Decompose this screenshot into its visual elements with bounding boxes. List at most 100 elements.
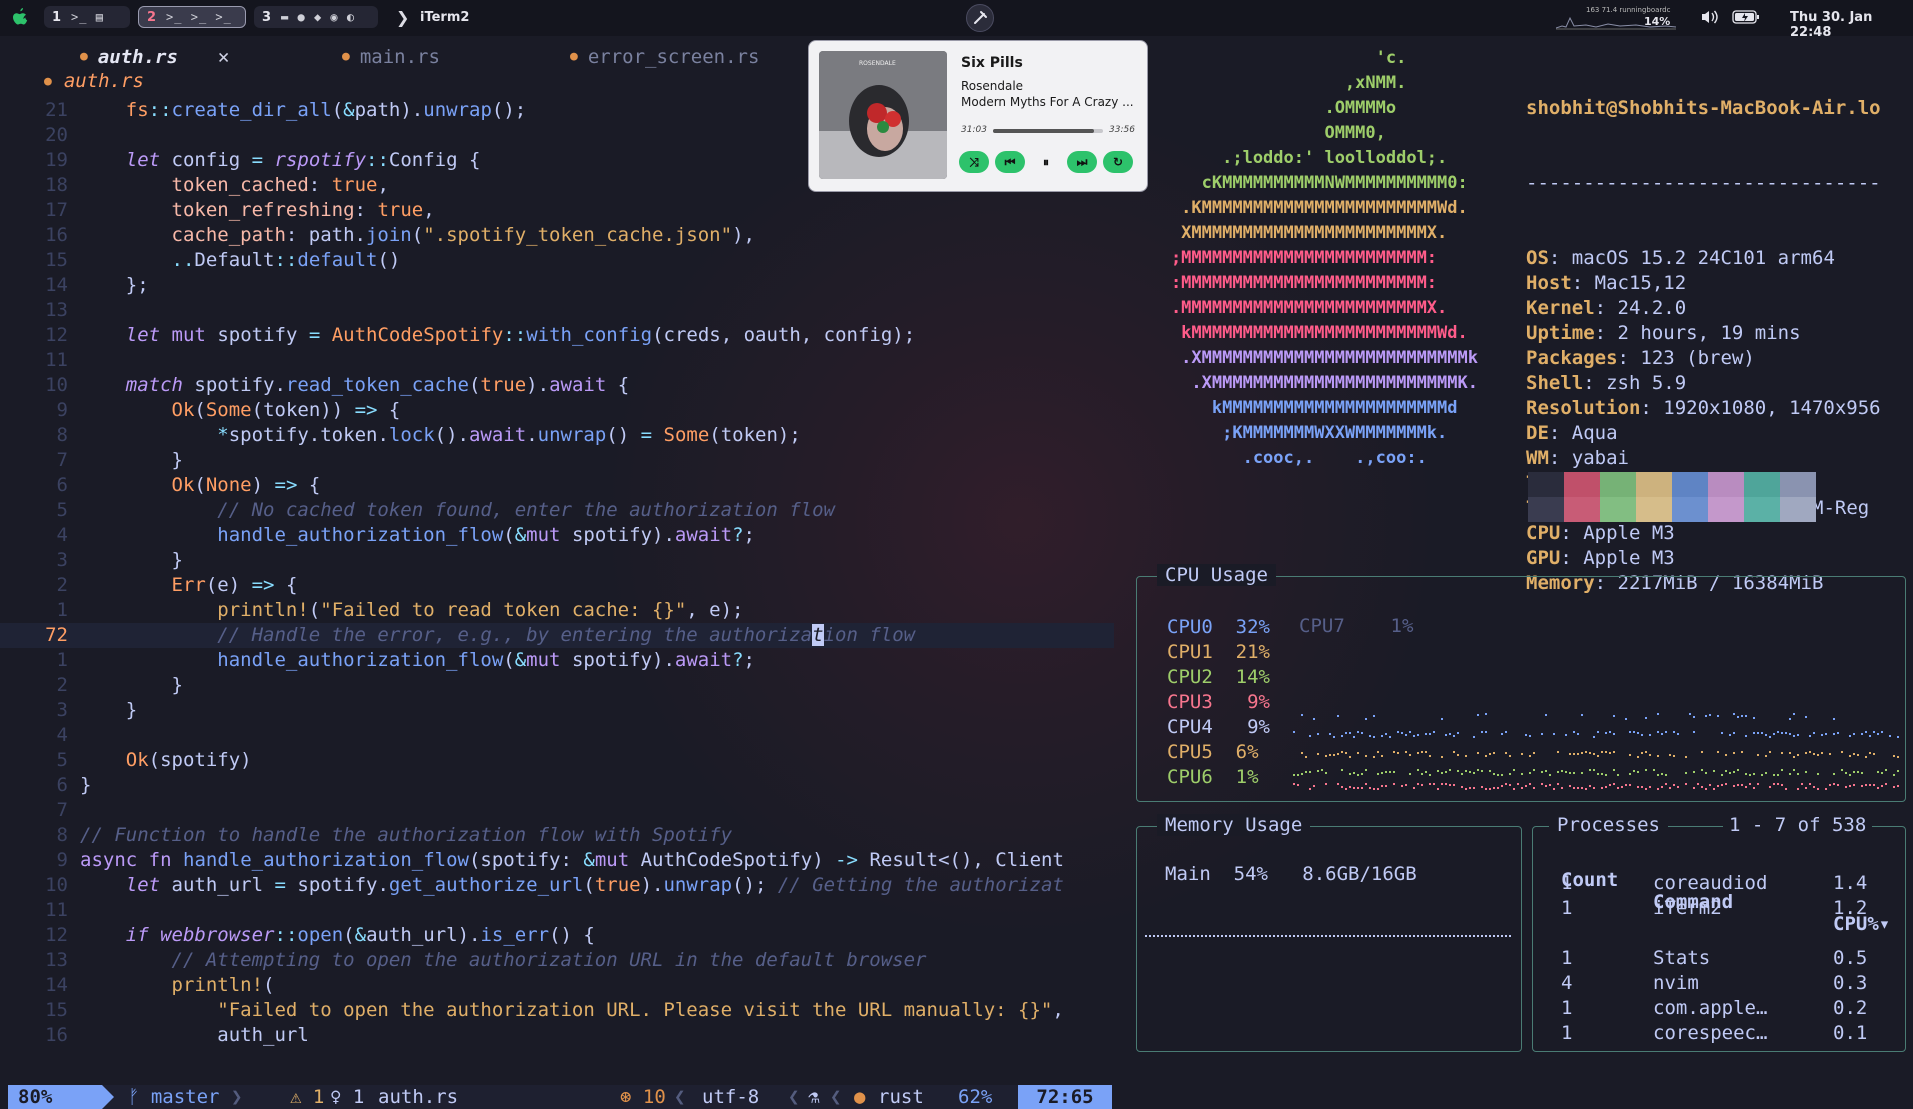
- volume-icon[interactable]: [1700, 9, 1720, 25]
- line-text[interactable]: cache_path: path.join(".spotify_token_ca…: [80, 223, 755, 248]
- status-mode-label: 80%: [18, 1086, 53, 1108]
- tab-main-rs[interactable]: ● main.rs: [342, 46, 440, 68]
- cpu-graph-dot: [1761, 774, 1763, 776]
- line-number: 5: [56, 749, 68, 771]
- status-git-branch[interactable]: ᚠ master ❯: [128, 1085, 242, 1109]
- code-line[interactable]: 5 // No cached token found, enter the au…: [0, 498, 1114, 523]
- code-line[interactable]: 72 // Handle the error, e.g., by enterin…: [0, 623, 1114, 648]
- code-line[interactable]: 14 };: [0, 273, 1114, 298]
- space-3[interactable]: 3 ▬ ● ◆ ◉ ◐: [254, 6, 378, 28]
- status-lsp-count[interactable]: ⊛ 10: [620, 1085, 666, 1109]
- line-text[interactable]: Ok(spotify): [80, 748, 252, 773]
- space-2[interactable]: 2 >_ >_ >_: [138, 6, 246, 28]
- code-line[interactable]: 4 handle_authorization_flow(&mut spotify…: [0, 523, 1114, 548]
- line-text[interactable]: Ok(None) => {: [80, 473, 321, 498]
- line-text[interactable]: Ok(Some(token)) => {: [80, 398, 401, 423]
- line-text[interactable]: *spotify.token.lock().await.unwrap() = S…: [80, 423, 801, 448]
- code-line[interactable]: 1 handle_authorization_flow(&mut spotify…: [0, 648, 1114, 673]
- code-line[interactable]: 5 Ok(spotify): [0, 748, 1114, 773]
- code-line[interactable]: 11: [0, 348, 1114, 373]
- apple-logo-icon[interactable]: [12, 8, 28, 26]
- line-text[interactable]: // Attempting to open the authorization …: [80, 948, 927, 973]
- line-text[interactable]: println!(: [80, 973, 275, 998]
- line-text[interactable]: token_refreshing: true,: [80, 198, 435, 223]
- line-text[interactable]: match spotify.read_token_cache(true).awa…: [80, 373, 629, 398]
- cpu-graph-dot: [1593, 753, 1595, 755]
- code-buffer[interactable]: 21 fs::create_dir_all(&path).unwrap(); 20…: [0, 98, 1114, 1048]
- line-text[interactable]: let config = rspotify::Config {: [80, 148, 481, 173]
- pause-icon[interactable]: ⏸: [1031, 151, 1061, 173]
- line-text[interactable]: }: [80, 773, 91, 798]
- code-line[interactable]: 3 }: [0, 698, 1114, 723]
- line-text[interactable]: let mut spotify = AuthCodeSpotify::with_…: [80, 323, 915, 348]
- code-line[interactable]: 11: [0, 898, 1114, 923]
- neovim-editor[interactable]: ● auth.rs ✕ ● main.rs ● error_screen.rs ● aut…: [0, 40, 1120, 1109]
- code-line[interactable]: 3 }: [0, 548, 1114, 573]
- menu-clock[interactable]: Thu 30. Jan 22:48: [1790, 10, 1913, 40]
- code-line[interactable]: 13 // Attempting to open the authorizati…: [0, 948, 1114, 973]
- code-line[interactable]: 1 println!("Failed to read token cache: …: [0, 598, 1114, 623]
- code-line[interactable]: 14 println!(: [0, 973, 1114, 998]
- line-text[interactable]: println!("Failed to read token cache: {}…: [80, 598, 743, 623]
- line-text[interactable]: "Failed to open the authorization URL. P…: [80, 998, 1064, 1023]
- code-line[interactable]: 16 cache_path: path.join(".spotify_token…: [0, 223, 1114, 248]
- cpu-graph-dot: [1829, 784, 1831, 786]
- close-icon[interactable]: ✕: [218, 46, 229, 68]
- line-text[interactable]: fs::create_dir_all(&path).unwrap();: [80, 98, 526, 123]
- line-text[interactable]: auth_url: [80, 1023, 309, 1048]
- line-text[interactable]: handle_authorization_flow(&mut spotify).…: [80, 648, 755, 673]
- line-text[interactable]: // Function to handle the authorization …: [80, 823, 732, 848]
- line-text[interactable]: let auth_url = spotify.get_authorize_url…: [80, 873, 1064, 898]
- now-playing-widget[interactable]: ROSENDALE Six Pills Rosendale Modern Myt…: [808, 40, 1148, 192]
- line-text[interactable]: token_cached: true,: [80, 173, 389, 198]
- line-text[interactable]: async fn handle_authorization_flow(spoti…: [80, 848, 1064, 873]
- line-text[interactable]: }: [80, 548, 183, 573]
- front-app-name[interactable]: iTerm2: [420, 10, 469, 25]
- code-line[interactable]: 8 *spotify.token.lock().await.unwrap() =…: [0, 423, 1114, 448]
- code-line[interactable]: 4: [0, 723, 1114, 748]
- code-line[interactable]: 13: [0, 298, 1114, 323]
- line-text[interactable]: // No cached token found, enter the auth…: [80, 498, 835, 523]
- pin-icon[interactable]: [966, 4, 994, 32]
- code-line[interactable]: 2 }: [0, 673, 1114, 698]
- tab-auth-rs[interactable]: ● auth.rs ✕: [80, 46, 229, 68]
- code-line[interactable]: 9 Ok(Some(token)) => {: [0, 398, 1114, 423]
- code-line[interactable]: 2 Err(e) => {: [0, 573, 1114, 598]
- tab-error-screen-rs[interactable]: ● error_screen.rs: [570, 46, 759, 68]
- line-text[interactable]: }: [80, 698, 137, 723]
- line-text[interactable]: // Handle the error, e.g., by entering t…: [80, 623, 915, 648]
- code-line[interactable]: 9 async fn handle_authorization_flow(spot…: [0, 848, 1114, 873]
- code-line[interactable]: 6}: [0, 773, 1114, 798]
- next-icon[interactable]: ⏭: [1067, 151, 1097, 173]
- code-line[interactable]: 15 "Failed to open the authorization URL…: [0, 998, 1114, 1023]
- line-text[interactable]: }: [80, 448, 183, 473]
- battery-icon[interactable]: [1732, 10, 1760, 24]
- code-line[interactable]: 10 let auth_url = spotify.get_authorize_…: [0, 873, 1114, 898]
- line-text[interactable]: Err(e) => {: [80, 573, 298, 598]
- repeat-icon[interactable]: ↻: [1103, 151, 1133, 173]
- code-line[interactable]: 8 // Function to handle the authorization…: [0, 823, 1114, 848]
- line-text[interactable]: }: [80, 673, 183, 698]
- code-line[interactable]: 7: [0, 798, 1114, 823]
- line-text[interactable]: handle_authorization_flow(&mut spotify).…: [80, 523, 755, 548]
- line-text[interactable]: ..Default::default(): [80, 248, 401, 273]
- album-art[interactable]: ROSENDALE: [819, 51, 947, 179]
- code-line[interactable]: 15 ..Default::default(): [0, 248, 1114, 273]
- code-line[interactable]: 12 if webbrowser::open(&auth_url).is_err…: [0, 923, 1114, 948]
- code-line[interactable]: 17 token_refreshing: true,: [0, 198, 1114, 223]
- shuffle-icon[interactable]: ⤨: [959, 151, 989, 173]
- code-line[interactable]: 7 }: [0, 448, 1114, 473]
- code-line[interactable]: 10 match spotify.read_token_cache(true).…: [0, 373, 1114, 398]
- status-hints[interactable]: ♀ 1: [330, 1085, 364, 1109]
- code-line[interactable]: 16 auth_url: [0, 1023, 1114, 1048]
- processes-panel[interactable]: Processes 1 - 7 of 538 Count Command CPU…: [1532, 814, 1906, 1052]
- line-text[interactable]: };: [80, 273, 149, 298]
- code-line[interactable]: 12 let mut spotify = AuthCodeSpotify::wi…: [0, 323, 1114, 348]
- progress-slider[interactable]: [993, 129, 1103, 133]
- previous-icon[interactable]: ⏮: [995, 151, 1025, 173]
- track-elapsed: 31:03: [961, 125, 987, 135]
- status-warnings[interactable]: ⚠ 1: [290, 1085, 324, 1109]
- space-1[interactable]: 1 >_ ▤: [44, 6, 130, 28]
- code-line[interactable]: 6 Ok(None) => {: [0, 473, 1114, 498]
- line-text[interactable]: if webbrowser::open(&auth_url).is_err() …: [80, 923, 595, 948]
